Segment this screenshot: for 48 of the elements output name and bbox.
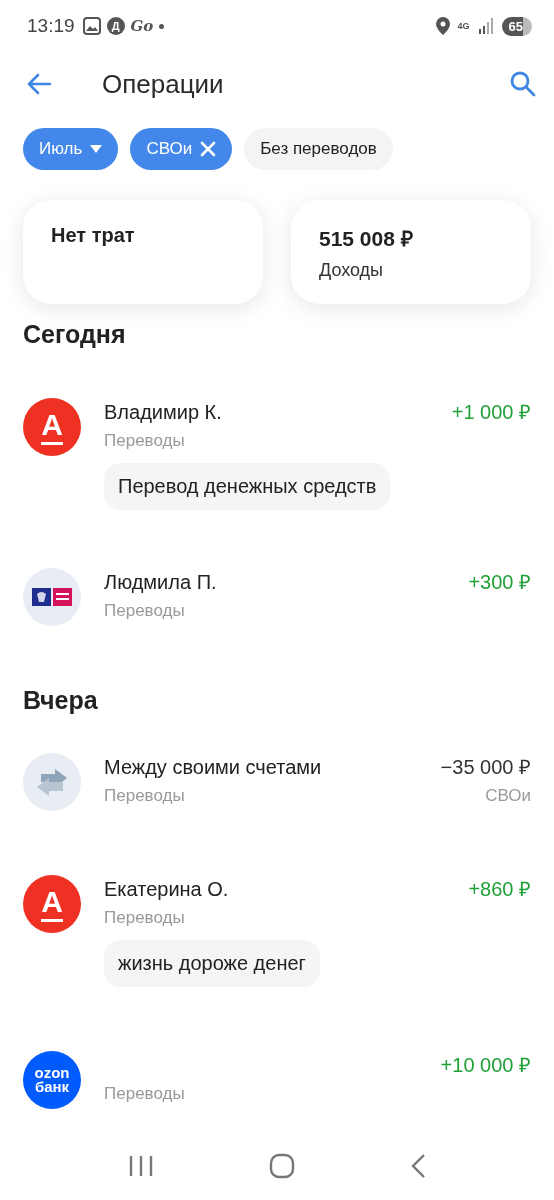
- filter-chip[interactable]: Июль: [23, 128, 119, 170]
- operation-amount: +860 ₽: [468, 877, 531, 902]
- back-icon[interactable]: [410, 1153, 427, 1179]
- page-title: Операции: [102, 68, 224, 100]
- operation-category: Переводы: [104, 786, 185, 806]
- operation-amount: −35 000 ₽: [440, 755, 531, 780]
- operation-amount: +1 000 ₽: [451, 400, 531, 425]
- location-icon: [435, 17, 450, 35]
- signal-icon: [477, 18, 494, 34]
- status-time: 13:19: [27, 15, 75, 37]
- card-label: Нет трат: [51, 224, 136, 247]
- bank-logo: ozon банк: [23, 1051, 81, 1109]
- filter-chip[interactable]: СВОи: [130, 128, 233, 170]
- operation-comment: жизнь дороже денег: [104, 940, 320, 987]
- section-title: Сегодня: [22, 319, 127, 350]
- filter-chip[interactable]: Без переводов: [244, 128, 393, 170]
- operation-name: Людмила П.: [104, 571, 217, 594]
- network-type: 4G: [457, 21, 470, 31]
- home-icon[interactable]: [269, 1153, 295, 1179]
- summary-card[interactable]: 515 008 ₽ Доходы: [291, 200, 531, 304]
- dropdown-caret-icon: [90, 145, 103, 153]
- operation-category: Переводы: [104, 601, 185, 621]
- back-arrow-icon[interactable]: [26, 73, 52, 95]
- search-icon[interactable]: [510, 71, 536, 97]
- close-icon: [200, 141, 217, 157]
- summary-card[interactable]: Нет трат: [23, 200, 263, 304]
- account-name: СВОи: [485, 786, 531, 806]
- operation-comment: Перевод денежных средств: [104, 463, 391, 510]
- operation-name: Между своими счетами: [104, 756, 322, 779]
- operation-name: Екатерина О.: [104, 878, 229, 901]
- operation-amount: +10 000 ₽: [440, 1053, 531, 1078]
- recent-apps-icon[interactable]: [127, 1154, 154, 1178]
- transfer-icon: [35, 768, 69, 796]
- operation-amount: +300 ₽: [468, 570, 531, 595]
- income-amount: 515 008 ₽: [319, 226, 414, 252]
- section-title: Вчера: [22, 685, 99, 716]
- operation-category: Переводы: [104, 1084, 185, 1104]
- operation-name: Владимир К.: [104, 401, 222, 424]
- operation-category: Переводы: [104, 908, 185, 928]
- card-label: Доходы: [319, 260, 385, 281]
- bank-logo: А: [23, 398, 81, 456]
- gallery-icon: [82, 17, 101, 35]
- bank-logo: А: [23, 875, 81, 933]
- notification-icon: Go: [130, 17, 154, 35]
- battery-level: 65: [501, 16, 532, 36]
- operation-category: Переводы: [104, 431, 185, 451]
- notification-icon: Д: [106, 17, 125, 35]
- bank-logo: [32, 588, 72, 606]
